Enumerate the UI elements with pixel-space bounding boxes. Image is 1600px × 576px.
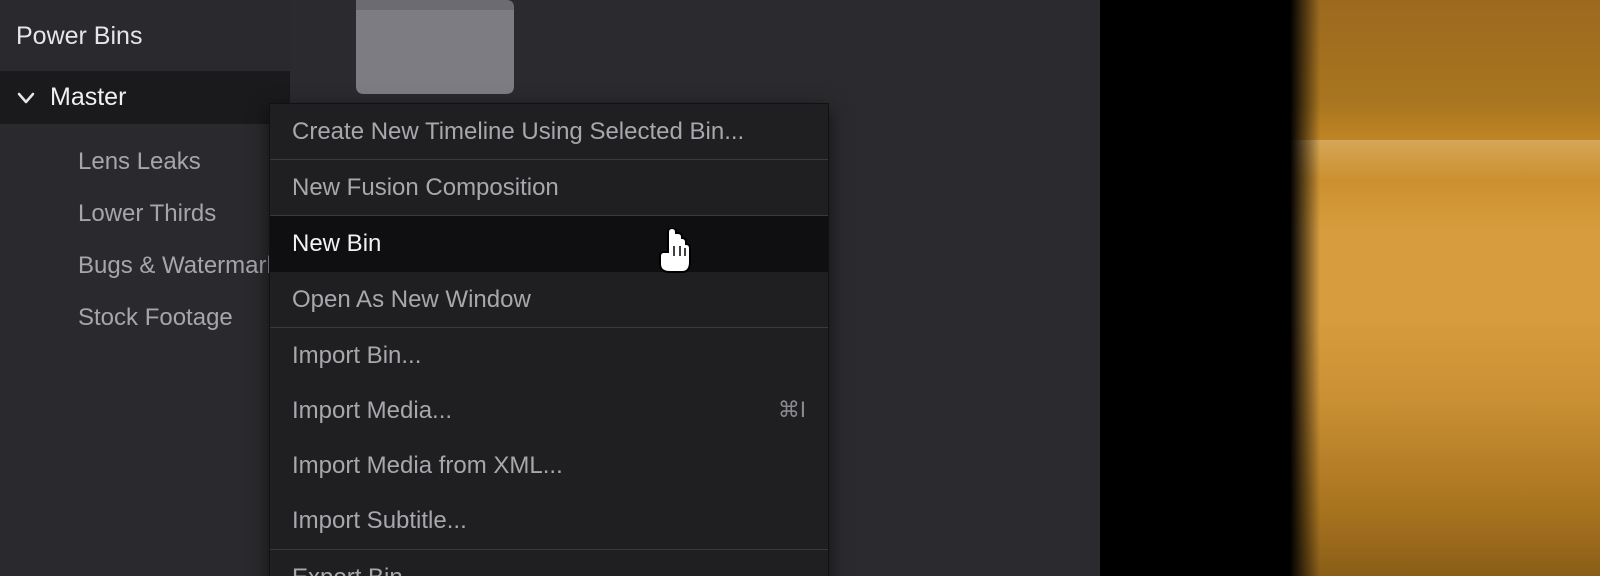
menu-item-label: Open As New Window [292,284,531,315]
menu-item-import-bin[interactable]: Import Bin... [270,328,828,383]
menu-item-label: New Bin [292,228,381,259]
viewer-panel [1100,0,1600,576]
sidebar-item-lower-thirds[interactable]: Lower Thirds [0,188,290,240]
folder-icon[interactable] [350,0,520,100]
sidebar-item-bugs-watermarks[interactable]: Bugs & Watermarks [0,240,290,292]
menu-item-import-media[interactable]: Import Media... ⌘I [270,383,828,438]
sidebar-title: Power Bins [0,0,290,71]
sidebar-item-lens-leaks[interactable]: Lens Leaks [0,136,290,188]
menu-item-label: Import Media... [292,395,452,426]
bins-sidebar: Power Bins Master Lens Leaks Lower Third… [0,0,290,576]
app-root: Power Bins Master Lens Leaks Lower Third… [0,0,1600,576]
menu-item-label: Export Bin... [292,562,423,576]
viewer-black-area [1100,0,1290,576]
menu-item-label: Import Bin... [292,340,421,371]
menu-item-import-media-xml[interactable]: Import Media from XML... [270,438,828,493]
menu-item-label: Import Subtitle... [292,505,467,536]
menu-shortcut: ⌘I [778,396,806,425]
menu-item-label: Import Media from XML... [292,450,563,481]
sidebar-item-master[interactable]: Master [0,71,290,124]
menu-item-import-subtitle[interactable]: Import Subtitle... [270,493,828,548]
menu-item-label: New Fusion Composition [292,172,559,203]
menu-item-new-bin[interactable]: New Bin [270,216,828,271]
menu-item-label: Create New Timeline Using Selected Bin..… [292,116,744,147]
sidebar-master-label: Master [50,83,126,112]
sidebar-item-stock-footage[interactable]: Stock Footage [0,292,290,344]
chevron-down-icon [12,88,40,108]
menu-item-open-as-new-window[interactable]: Open As New Window [270,272,828,327]
menu-item-export-bin[interactable]: Export Bin... [270,550,828,576]
menu-item-new-fusion-composition[interactable]: New Fusion Composition [270,160,828,215]
context-menu: Create New Timeline Using Selected Bin..… [269,103,829,576]
menu-item-create-timeline[interactable]: Create New Timeline Using Selected Bin..… [270,104,828,159]
viewer-frame [1290,0,1600,576]
sidebar-children: Lens Leaks Lower Thirds Bugs & Watermark… [0,124,290,344]
